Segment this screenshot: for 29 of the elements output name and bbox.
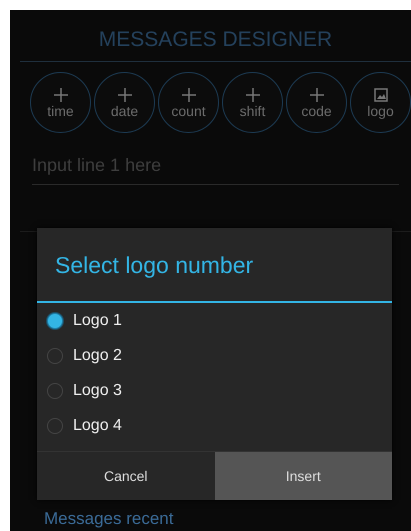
option-label: Logo 3 [73,382,122,400]
plus-icon [244,86,260,102]
plus-icon [52,86,68,102]
plus-icon [308,86,324,102]
insert-field-button[interactable]: date [94,72,155,133]
radio-button[interactable] [47,382,63,398]
radio-option[interactable]: Logo 4 [37,408,392,443]
option-label: Logo 1 [73,312,122,330]
insert-field-button[interactable]: code [286,72,347,133]
radio-button[interactable] [47,418,63,434]
option-label: Logo 2 [73,346,122,364]
insert-field-button[interactable]: shift [222,72,283,133]
insert-field-button[interactable]: count [158,72,219,133]
radio-option[interactable]: Logo 1 [37,303,392,338]
section-label: Messages recent [43,509,174,530]
radio-button[interactable] [47,348,63,364]
plus-icon [180,86,196,102]
dialog-button[interactable]: Insert [214,452,392,500]
radio-button[interactable] [47,312,63,328]
insert-logo-button[interactable]: logo [350,72,411,133]
plus-icon [116,86,132,102]
dialog-button[interactable]: Cancel [37,452,214,500]
option-label: Logo 4 [73,416,122,434]
insert-field-button[interactable]: time [30,72,91,133]
radio-option[interactable]: Logo 2 [37,338,392,373]
image-icon [372,86,388,102]
radio-option[interactable]: Logo 3 [37,373,392,408]
screen-title: MESSAGES DESIGNER [20,10,411,62]
dialog-title: Select logo number [37,228,392,303]
